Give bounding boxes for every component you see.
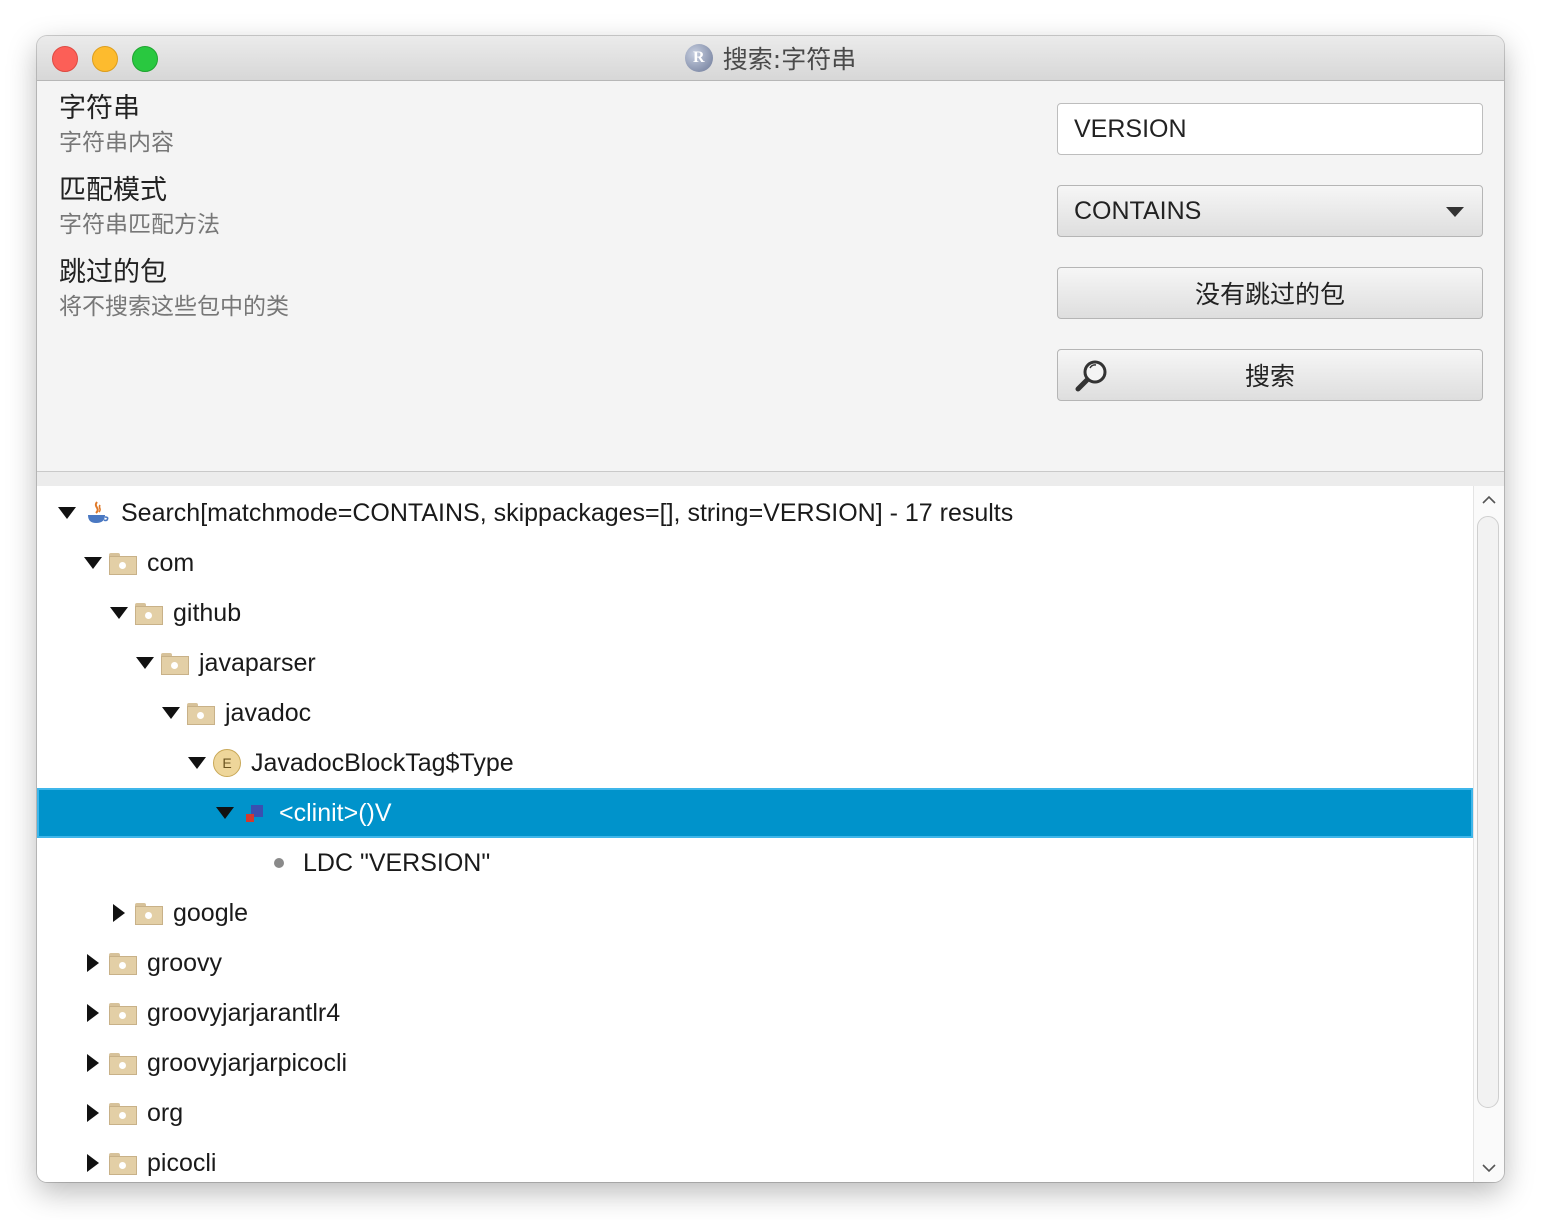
- tree-row[interactable]: E JavadocBlockTag$Type: [37, 738, 1473, 788]
- tree-row-label: github: [173, 598, 242, 627]
- window-title: 搜索:字符串: [722, 45, 857, 74]
- match-mode-select[interactable]: CONTAINS: [1057, 185, 1483, 237]
- skip-packages-button-label: 没有跳过的包: [1194, 281, 1345, 309]
- search-window: R 搜索:字符串 字符串 字符串内容 匹配模式 字符串匹配方法 跳过的包 将不搜…: [37, 36, 1504, 1182]
- vertical-scrollbar[interactable]: [1473, 486, 1504, 1182]
- expanded-arrow-icon[interactable]: [215, 803, 235, 823]
- expanded-arrow-icon[interactable]: [135, 653, 155, 673]
- folder-icon: [109, 1099, 137, 1127]
- tree-row[interactable]: org: [37, 1088, 1473, 1138]
- folder-icon: [187, 699, 215, 727]
- tree-row[interactable]: google: [37, 888, 1473, 938]
- tree-row-label: com: [147, 548, 195, 577]
- tree-row[interactable]: LDC "VERSION": [37, 838, 1473, 888]
- enum-icon: E: [213, 749, 241, 777]
- tree-row-label: <clinit>()V: [279, 798, 392, 827]
- collapsed-arrow-icon[interactable]: [83, 1153, 103, 1173]
- tree-row-label: google: [173, 898, 249, 927]
- skip-packages-label-group: 跳过的包 将不搜索这些包中的类: [59, 255, 289, 323]
- tree-row-label: LDC "VERSION": [303, 848, 491, 877]
- tree-row-label: groovy: [147, 948, 223, 977]
- string-field-label-group: 字符串 字符串内容: [59, 91, 174, 159]
- tree-row[interactable]: com: [37, 538, 1473, 588]
- folder-icon: [109, 549, 137, 577]
- folder-icon: [109, 999, 137, 1027]
- tree-row[interactable]: picocli: [37, 1138, 1473, 1182]
- folder-icon: [109, 1049, 137, 1077]
- match-mode-label-group: 匹配模式 字符串匹配方法: [59, 173, 220, 241]
- magnifier-icon: [1075, 360, 1107, 392]
- folder-icon: [135, 599, 163, 627]
- tree-row[interactable]: Search[matchmode=CONTAINS, skippackages=…: [37, 488, 1473, 538]
- scroll-down-icon[interactable]: [1481, 1160, 1497, 1176]
- enum-icon-letter: E: [213, 749, 241, 777]
- string-input[interactable]: VERSION: [1057, 103, 1483, 155]
- tree-row[interactable]: github: [37, 588, 1473, 638]
- search-result-icon: [83, 499, 111, 527]
- folder-icon: [135, 899, 163, 927]
- expanded-arrow-icon[interactable]: [109, 603, 129, 623]
- tree-row[interactable]: groovyjarjarpicocli: [37, 1038, 1473, 1088]
- tree-row-label: org: [147, 1098, 184, 1127]
- results-tree[interactable]: Search[matchmode=CONTAINS, skippackages=…: [37, 486, 1473, 1182]
- match-mode-label: 匹配模式: [59, 175, 167, 206]
- expanded-arrow-icon[interactable]: [161, 703, 181, 723]
- search-button[interactable]: 搜索: [1057, 349, 1483, 401]
- instruction-bullet-icon: [265, 849, 293, 877]
- tree-row-label: Search[matchmode=CONTAINS, skippackages=…: [121, 498, 1014, 527]
- match-mode-description: 字符串匹配方法: [59, 212, 220, 238]
- expanded-arrow-icon[interactable]: [57, 503, 77, 523]
- collapsed-arrow-icon[interactable]: [109, 903, 129, 923]
- tree-row-label: picocli: [147, 1148, 217, 1177]
- tree-row-label: groovyjarjarantlr4: [147, 998, 341, 1027]
- collapsed-arrow-icon[interactable]: [83, 1003, 103, 1023]
- tree-row-label: javaparser: [199, 648, 316, 677]
- method-icon: [241, 799, 269, 827]
- tree-row-label: groovyjarjarpicocli: [147, 1048, 348, 1077]
- tree-row[interactable]: javadoc: [37, 688, 1473, 738]
- folder-icon: [109, 949, 137, 977]
- collapsed-arrow-icon[interactable]: [83, 1053, 103, 1073]
- tree-row[interactable]: groovy: [37, 938, 1473, 988]
- folder-icon: [109, 1149, 137, 1177]
- tree-row-label: javadoc: [225, 698, 312, 727]
- tree-row-label: JavadocBlockTag$Type: [251, 748, 514, 777]
- string-label: 字符串: [59, 93, 140, 124]
- dropdown-arrow-icon: [1446, 207, 1464, 217]
- scrollbar-thumb[interactable]: [1477, 516, 1499, 1108]
- collapsed-arrow-icon[interactable]: [83, 953, 103, 973]
- tree-row[interactable]: javaparser: [37, 638, 1473, 688]
- match-mode-value: CONTAINS: [1074, 196, 1202, 225]
- search-form: 字符串 字符串内容 匹配模式 字符串匹配方法 跳过的包 将不搜索这些包中的类 V…: [37, 81, 1504, 472]
- expanded-arrow-icon[interactable]: [83, 553, 103, 573]
- no-toggle: [239, 853, 259, 873]
- tree-row[interactable]: <clinit>()V: [37, 788, 1473, 838]
- skip-packages-label: 跳过的包: [59, 257, 167, 288]
- folder-icon: [161, 649, 189, 677]
- app-icon: R: [684, 44, 713, 72]
- expanded-arrow-icon[interactable]: [187, 753, 207, 773]
- collapsed-arrow-icon[interactable]: [83, 1103, 103, 1123]
- skip-packages-button[interactable]: 没有跳过的包: [1057, 267, 1483, 319]
- scroll-up-icon[interactable]: [1481, 492, 1497, 508]
- search-button-label: 搜索: [1244, 363, 1295, 391]
- skip-packages-description: 将不搜索这些包中的类: [59, 294, 289, 320]
- tree-row[interactable]: groovyjarjarantlr4: [37, 988, 1473, 1038]
- string-description: 字符串内容: [59, 130, 174, 156]
- title-bar: R 搜索:字符串: [37, 36, 1504, 81]
